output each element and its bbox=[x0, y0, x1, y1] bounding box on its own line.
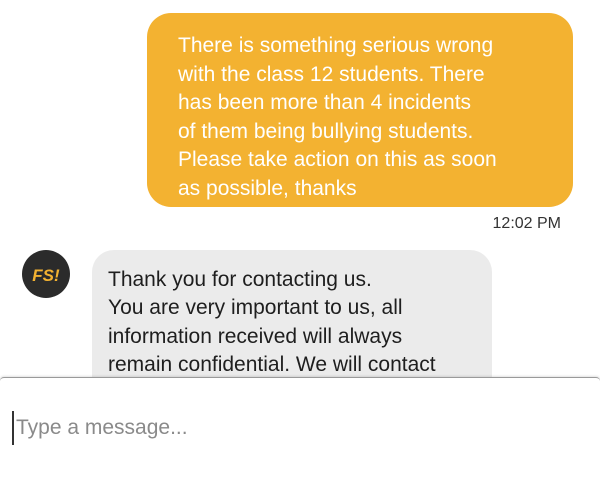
incoming-message-bubble: Thank you for contacting us. You are ver… bbox=[92, 250, 492, 380]
message-list[interactable]: There is something serious wrong with th… bbox=[0, 0, 600, 380]
message-composer bbox=[0, 377, 600, 478]
message-timestamp: 12:02 PM bbox=[492, 215, 561, 232]
outgoing-message-bubble: There is something serious wrong with th… bbox=[147, 13, 573, 207]
avatar-label: FS! bbox=[32, 266, 60, 285]
chat-screen: There is something serious wrong with th… bbox=[0, 0, 600, 478]
fs-logo-icon: FS! bbox=[32, 266, 60, 285]
message-input[interactable] bbox=[12, 411, 576, 445]
sender-avatar: FS! bbox=[22, 250, 70, 298]
